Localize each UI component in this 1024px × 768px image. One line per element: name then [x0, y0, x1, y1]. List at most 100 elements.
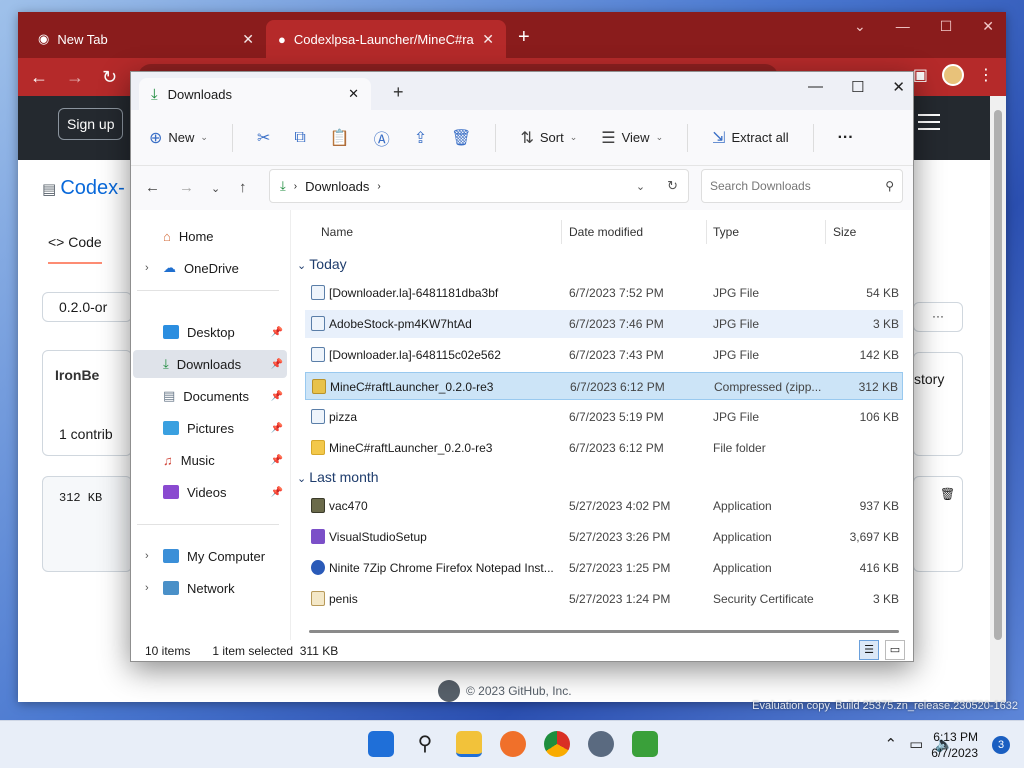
chevron-right-icon[interactable]: › [145, 262, 149, 274]
recent-locations-icon[interactable]: ⌄ [211, 182, 220, 195]
sign-up-button[interactable]: Sign up [58, 108, 124, 140]
chevron-up-icon[interactable]: ⌃ [885, 735, 898, 753]
sidebar-item-music[interactable]: ♫ Music 📌 [133, 446, 287, 474]
pin-icon[interactable]: 📌 [271, 391, 283, 402]
column-divider[interactable] [825, 220, 826, 244]
profile-avatar[interactable] [942, 64, 964, 86]
extract-all-button[interactable]: ⇲ Extract all [712, 128, 788, 148]
forward-icon[interactable]: → [179, 179, 194, 196]
menu-icon[interactable]: ⋮ [978, 65, 994, 85]
commit-author[interactable]: IronBe [55, 367, 99, 383]
sidebar-item-videos[interactable]: Videos 📌 [133, 478, 287, 506]
column-header-type[interactable]: Type [713, 225, 739, 239]
delete-button[interactable]: 🗑 [451, 128, 471, 148]
clock[interactable]: 6:13 PM 6/7/2023 [931, 729, 978, 761]
hamburger-menu-icon[interactable] [918, 114, 940, 130]
forward-icon[interactable]: → [66, 67, 84, 88]
new-tab-button[interactable]: + [518, 26, 530, 49]
horizontal-scrollbar[interactable] [309, 630, 899, 633]
column-header-size[interactable]: Size [833, 225, 856, 239]
new-tab-button[interactable]: + [393, 82, 404, 103]
pin-icon[interactable]: 📌 [271, 455, 283, 466]
back-icon[interactable]: ← [145, 179, 160, 196]
breadcrumb-downloads[interactable]: Downloads [305, 179, 369, 194]
list-item[interactable]: AdobeStock-pm4KW7htAd 6/7/2023 7:46 PM J… [305, 310, 903, 338]
page-scrollbar[interactable] [990, 96, 1006, 702]
column-header-name[interactable]: Name [321, 225, 353, 239]
history-button[interactable]: story [913, 352, 963, 456]
view-button[interactable]: ☰ View ⌄ [601, 128, 663, 148]
column-divider[interactable] [561, 220, 562, 244]
paste-button[interactable]: 📋 [330, 128, 350, 148]
search-icon[interactable]: ⚲ [412, 731, 438, 757]
network-status-icon[interactable]: ▭ [909, 735, 923, 753]
pin-icon[interactable]: 📌 [271, 327, 283, 338]
file-explorer-icon[interactable] [456, 731, 482, 757]
branch-selector[interactable]: 0.2.0-or [42, 292, 132, 322]
new-button[interactable]: ⊕ New ⌄ [149, 128, 208, 148]
notification-badge[interactable]: 3 [992, 736, 1010, 754]
list-item[interactable]: MineC#raftLauncher_0.2.0-re3 6/7/2023 6:… [305, 372, 903, 400]
repo-name[interactable]: ▤ Codex- [42, 177, 125, 200]
cut-button[interactable]: ✂ [257, 128, 270, 148]
column-divider[interactable] [706, 220, 707, 244]
close-icon[interactable]: ✕ [892, 78, 905, 96]
firefox-icon[interactable] [500, 731, 526, 757]
sidebar-item-documents[interactable]: ▤ Documents 📌 [133, 382, 287, 410]
close-tab-icon[interactable]: ✕ [482, 31, 494, 48]
maximize-icon[interactable]: ☐ [940, 18, 953, 35]
refresh-icon[interactable]: ↻ [667, 178, 678, 194]
minimize-icon[interactable]: — [896, 18, 910, 35]
minimize-icon[interactable]: — [808, 78, 823, 96]
group-header-today[interactable]: ⌄ Today [297, 256, 347, 272]
contributors-link[interactable]: 1 contrib [59, 426, 113, 442]
chevron-down-icon[interactable]: ⌄ [636, 180, 645, 193]
up-icon[interactable]: ↑ [239, 179, 247, 196]
reload-icon[interactable]: ↻ [102, 67, 117, 88]
list-item[interactable]: pizza 6/7/2023 5:19 PM JPG File 106 KB [305, 403, 903, 431]
details-view-icon[interactable]: ☰ [859, 640, 879, 660]
more-options-button[interactable]: ··· [913, 302, 963, 332]
list-item[interactable]: [Downloader.la]-6481181dba3bf 6/7/2023 7… [305, 279, 903, 307]
sort-button[interactable]: ⇅ Sort ⌄ [520, 128, 577, 148]
scrollbar-thumb[interactable] [994, 110, 1002, 640]
tab-github[interactable]: ● Codexlpsa-Launcher/MineC#raft ✕ [266, 20, 506, 58]
chrome-icon[interactable] [544, 731, 570, 757]
pin-icon[interactable]: 📌 [271, 423, 283, 434]
close-tab-icon[interactable]: ✕ [348, 86, 359, 102]
sidebar-item-onedrive[interactable]: › ☁ OneDrive [133, 254, 287, 282]
list-item[interactable]: VisualStudioSetup 5/27/2023 3:26 PM Appl… [305, 523, 903, 551]
trash-icon[interactable]: 🗑 [913, 476, 963, 572]
tiles-view-icon[interactable]: ▭ [885, 640, 905, 660]
extensions-icon[interactable]: ▣ [913, 65, 928, 85]
more-button[interactable]: ··· [838, 129, 854, 147]
copy-button[interactable]: ⧉ [294, 129, 305, 147]
rename-button[interactable]: Ⓐ [374, 126, 390, 150]
explorer-address-bar[interactable]: ⤓ › Downloads › ⌄ ↻ [269, 169, 689, 203]
close-icon[interactable]: ✕ [982, 18, 994, 35]
share-button[interactable]: ⇪ [414, 128, 427, 148]
explorer-tab[interactable]: ⤓ Downloads ✕ [139, 78, 371, 110]
list-item[interactable]: Ninite 7Zip Chrome Firefox Notepad Inst.… [305, 554, 903, 582]
search-input[interactable]: Search Downloads ⚲ [701, 169, 903, 203]
sidebar-item-desktop[interactable]: Desktop 📌 [133, 318, 287, 346]
sidebar-item-mycomputer[interactable]: › My Computer [133, 542, 287, 570]
start-icon[interactable] [368, 731, 394, 757]
list-item[interactable]: vac470 5/27/2023 4:02 PM Application 937… [305, 492, 903, 520]
chevron-right-icon[interactable]: › [145, 550, 149, 562]
settings-icon[interactable] [588, 731, 614, 757]
list-item[interactable]: MineC#raftLauncher_0.2.0-re3 6/7/2023 6:… [305, 434, 903, 462]
chevron-down-icon[interactable]: ⌄ [854, 18, 866, 35]
sidebar-item-home[interactable]: ⌂ Home [133, 222, 287, 250]
sidebar-item-network[interactable]: › Network [133, 574, 287, 602]
sidebar-item-downloads[interactable]: ⤓ Downloads 📌 [133, 350, 287, 378]
tab-code[interactable]: <> Code [48, 234, 102, 264]
list-item[interactable]: [Downloader.la]-648115c02e562 6/7/2023 7… [305, 341, 903, 369]
chevron-right-icon[interactable]: › [145, 582, 149, 594]
close-tab-icon[interactable]: ✕ [242, 31, 254, 48]
pin-icon[interactable]: 📌 [271, 487, 283, 498]
minecraft-icon[interactable] [632, 731, 658, 757]
maximize-icon[interactable]: ☐ [851, 78, 864, 96]
back-icon[interactable]: ← [30, 67, 48, 88]
list-item[interactable]: penis 5/27/2023 1:24 PM Security Certifi… [305, 585, 903, 613]
